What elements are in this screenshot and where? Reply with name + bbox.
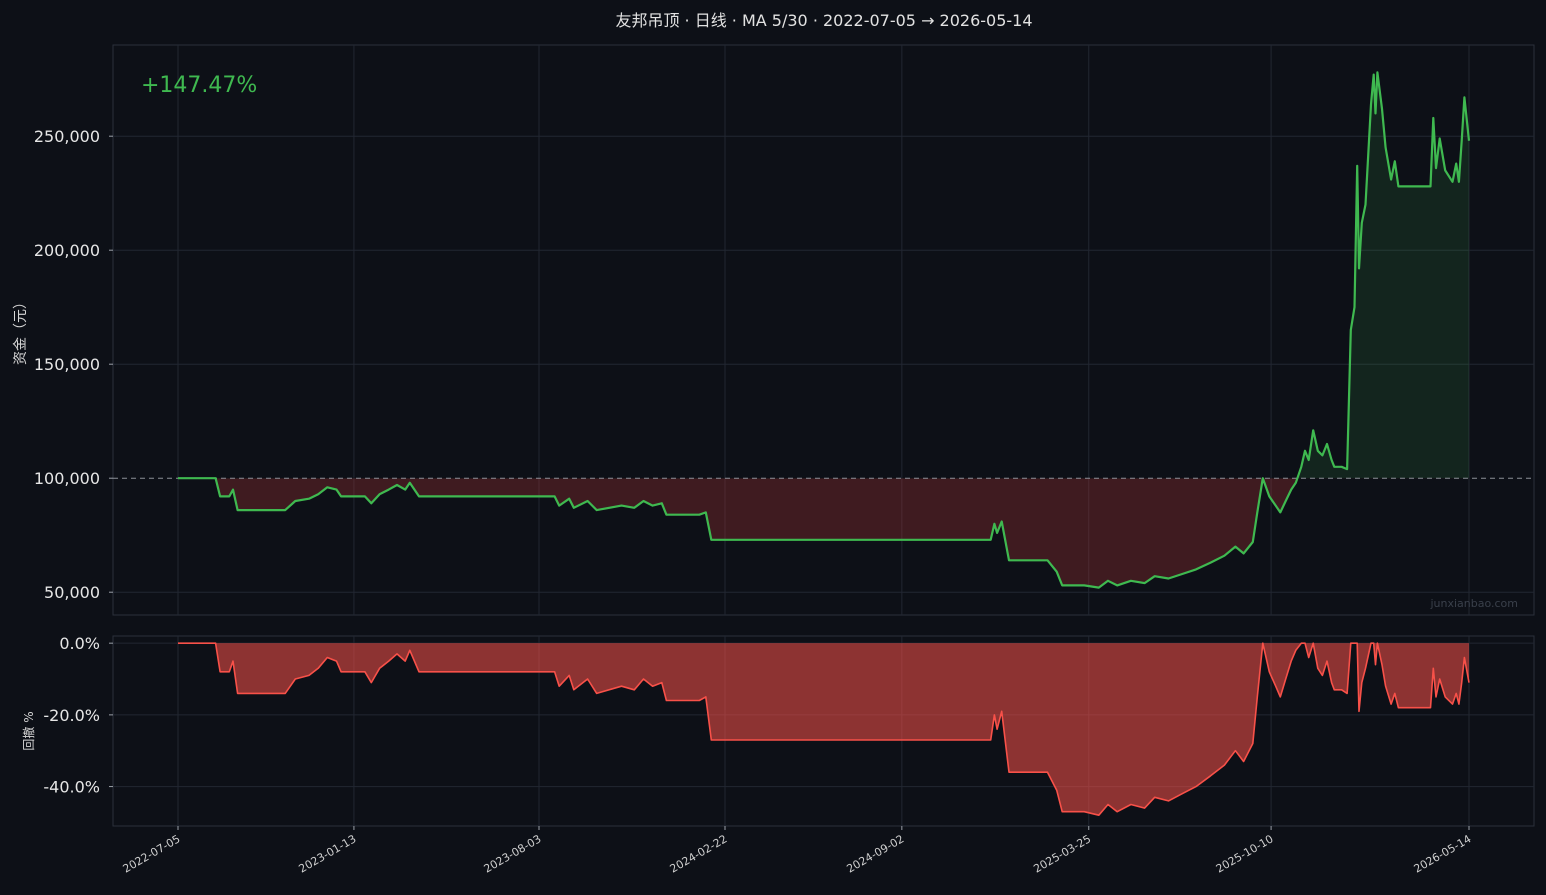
- y-tick-label: 150,000: [34, 355, 100, 374]
- return-annotation: +147.47%: [141, 73, 257, 98]
- x-tick-label: 2023-08-03: [482, 832, 544, 875]
- y-tick-label: -40.0%: [43, 778, 100, 797]
- x-tick-label: 2025-03-25: [1031, 832, 1093, 875]
- x-axis-ticks: 2022-07-05 2023-01-13 2023-08-03 2024-02-22…: [121, 826, 1474, 876]
- chart-title: 友邦吊顶 · 日线 · MA 5/30 · 2022-07-05 → 2026-…: [615, 11, 1032, 30]
- x-tick-label: 2025-10-10: [1214, 832, 1276, 875]
- y-tick-label: -20.0%: [43, 706, 100, 725]
- equity-y-axis-label: 资金（元）: [13, 295, 29, 365]
- y-tick-label: 0.0%: [59, 634, 100, 653]
- x-tick-label: 2024-09-02: [844, 832, 906, 875]
- x-tick-label: 2023-01-13: [297, 832, 359, 875]
- y-tick-label: 50,000: [44, 583, 100, 602]
- drawdown-y-axis-label: 回撤 %: [21, 711, 36, 750]
- equity-y-ticks: 50,000 100,000 150,000 200,000 250,000: [34, 127, 113, 602]
- x-tick-label: 2026-05-14: [1412, 832, 1474, 875]
- y-tick-label: 100,000: [34, 469, 100, 488]
- y-tick-label: 200,000: [34, 241, 100, 260]
- x-tick-label: 2024-02-22: [668, 832, 730, 875]
- equity-drawdown-chart: 友邦吊顶 · 日线 · MA 5/30 · 2022-07-05 → 2026-…: [13, 11, 1535, 876]
- drawdown-y-ticks: 0.0% -20.0% -40.0%: [43, 634, 113, 797]
- watermark: junxianbao.com: [1429, 597, 1518, 610]
- x-tick-label: 2022-07-05: [121, 832, 183, 875]
- y-tick-label: 250,000: [34, 127, 100, 146]
